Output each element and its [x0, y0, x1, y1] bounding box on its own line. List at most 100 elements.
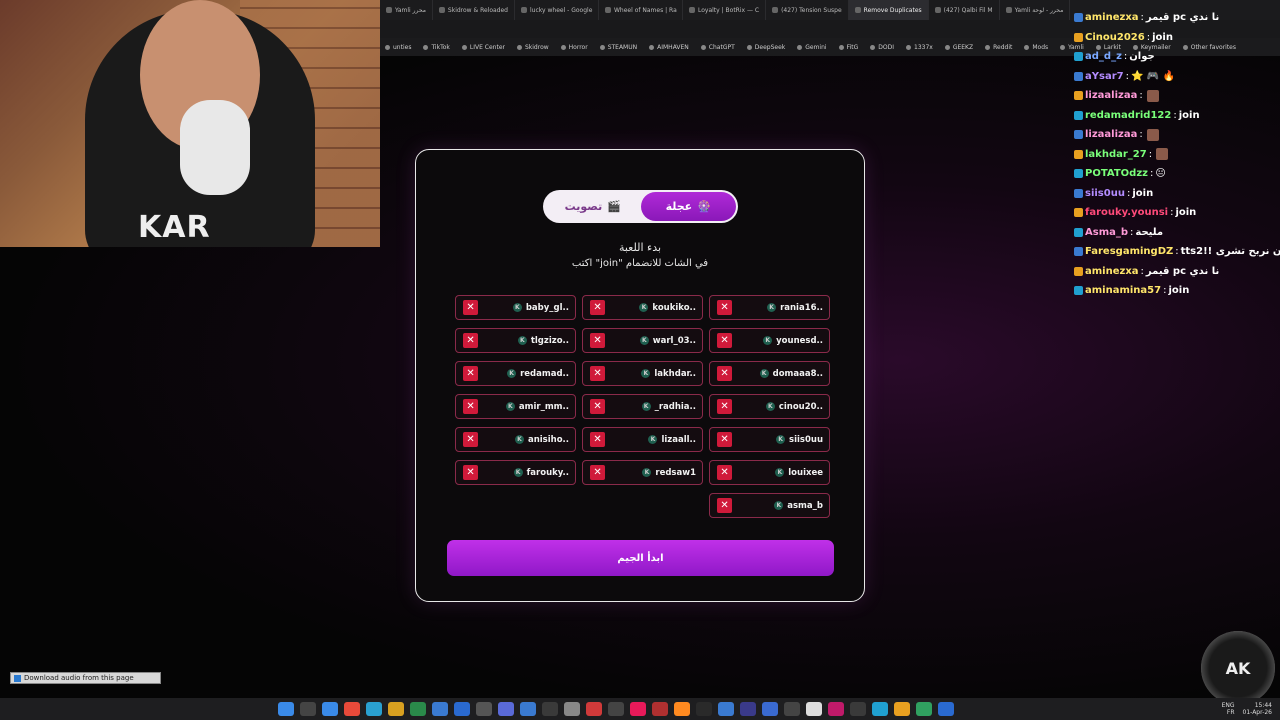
- chat-badge-icon: [1074, 227, 1083, 237]
- remove-player-button[interactable]: ✕: [463, 432, 478, 447]
- player-name-group: Kasma_b: [774, 501, 823, 511]
- browser-tab[interactable]: (427) Tension Suspe: [766, 0, 849, 20]
- player-name-group: Kbaby_gl..: [512, 303, 569, 313]
- taskbar-app-icon[interactable]: [828, 702, 844, 716]
- taskbar-app-icon[interactable]: [916, 702, 932, 716]
- taskbar-app-icon[interactable]: [652, 702, 668, 716]
- remove-player-button[interactable]: ✕: [717, 465, 732, 480]
- browser-tab[interactable]: lucky wheel - Google: [515, 0, 599, 20]
- taskbar-app-icon[interactable]: [366, 702, 382, 716]
- bookmark-item[interactable]: FitG: [834, 44, 864, 51]
- taskbar-app-icon[interactable]: [564, 702, 580, 716]
- remove-player-button[interactable]: ✕: [717, 399, 732, 414]
- taskbar-app-icon[interactable]: [806, 702, 822, 716]
- chat-separator: :: [1149, 168, 1154, 180]
- bookmark-item[interactable]: Gemini: [792, 44, 831, 51]
- browser-tab[interactable]: Yamli محرر: [380, 0, 433, 20]
- taskbar-app-icon[interactable]: [300, 702, 316, 716]
- bookmark-item[interactable]: LIVE Center: [457, 44, 510, 51]
- kick-badge-icon: K: [765, 402, 775, 411]
- remove-player-button[interactable]: ✕: [717, 333, 732, 348]
- remove-player-button[interactable]: ✕: [717, 366, 732, 381]
- taskbar-app-icon[interactable]: [938, 702, 954, 716]
- chat-badge-icon: [1074, 266, 1083, 276]
- taskbar-app-icon[interactable]: [454, 702, 470, 716]
- taskbar-app-icon[interactable]: [718, 702, 734, 716]
- browser-tab[interactable]: (427) Qalbi Fil M: [929, 0, 1000, 20]
- taskbar-app-icon[interactable]: [476, 702, 492, 716]
- remove-player-button[interactable]: ✕: [463, 300, 478, 315]
- remove-player-button[interactable]: ✕: [590, 366, 605, 381]
- taskbar-app-icon[interactable]: [322, 702, 338, 716]
- remove-player-button[interactable]: ✕: [463, 465, 478, 480]
- browser-tab[interactable]: Remove Duplicates: [848, 0, 929, 20]
- browser-tab[interactable]: Yamli محرر - لوحة: [1000, 0, 1071, 20]
- taskbar-app-icon[interactable]: [784, 702, 800, 716]
- bookmark-item[interactable]: TikTok: [418, 44, 454, 51]
- tab-favicon-icon: [934, 7, 941, 13]
- taskbar-app-icon[interactable]: [740, 702, 756, 716]
- bookmark-item[interactable]: DODI: [865, 44, 899, 51]
- remove-player-button[interactable]: ✕: [717, 432, 732, 447]
- bookmark-item[interactable]: Mods: [1019, 44, 1053, 51]
- bookmark-item[interactable]: unties: [380, 44, 416, 51]
- bookmark-label: ChatGPT: [708, 43, 735, 51]
- taskbar-app-icon[interactable]: [344, 702, 360, 716]
- taskbar-app-icon[interactable]: [850, 702, 866, 716]
- start-game-button[interactable]: ابدأ الجيم: [447, 540, 834, 576]
- taskbar-app-icon[interactable]: [498, 702, 514, 716]
- remove-player-button[interactable]: ✕: [590, 300, 605, 315]
- taskbar-app-icon[interactable]: [520, 702, 536, 716]
- taskbar-app-icon[interactable]: [872, 702, 888, 716]
- bookmark-icon: [1024, 44, 1030, 50]
- bookmark-item[interactable]: AIMHAVEN: [644, 44, 694, 51]
- bookmark-icon: [944, 44, 950, 50]
- remove-player-button[interactable]: ✕: [717, 498, 732, 513]
- taskbar-app-icon[interactable]: [674, 702, 690, 716]
- bookmark-item[interactable]: Skidrow: [512, 44, 554, 51]
- bookmark-label: DODI: [878, 43, 894, 51]
- wheel-icon: 🎡: [697, 200, 711, 213]
- remove-player-button[interactable]: ✕: [590, 432, 605, 447]
- kick-badge-icon: K: [641, 402, 651, 411]
- remove-player-button[interactable]: ✕: [590, 333, 605, 348]
- remove-player-button[interactable]: ✕: [463, 366, 478, 381]
- chat-badge-icon: [1074, 52, 1083, 62]
- taskbar-app-icon[interactable]: [696, 702, 712, 716]
- wheel-mode-button[interactable]: عجلة 🎡: [640, 192, 736, 221]
- remove-player-button[interactable]: ✕: [463, 333, 478, 348]
- remove-player-button[interactable]: ✕: [590, 399, 605, 414]
- taskbar-app-icon[interactable]: [630, 702, 646, 716]
- taskbar-app-icon[interactable]: [278, 702, 294, 716]
- bookmark-item[interactable]: Reddit: [980, 44, 1017, 51]
- taskbar-app-icon[interactable]: [894, 702, 910, 716]
- taskbar-app-icon[interactable]: [586, 702, 602, 716]
- taskbar-app-icon[interactable]: [542, 702, 558, 716]
- chat-username: POTATOdzz: [1085, 168, 1148, 180]
- download-audio-label: Download audio from this page: [24, 674, 134, 682]
- remove-player-button[interactable]: ✕: [463, 399, 478, 414]
- taskbar-app-icon[interactable]: [432, 702, 448, 716]
- taskbar-app-icon[interactable]: [608, 702, 624, 716]
- remove-player-button[interactable]: ✕: [717, 300, 732, 315]
- remove-player-button[interactable]: ✕: [590, 465, 605, 480]
- vote-mode-button[interactable]: تصويت 🎬: [545, 192, 641, 221]
- bookmark-item[interactable]: STEAMUN: [595, 44, 642, 51]
- taskbar-app-icon[interactable]: [410, 702, 426, 716]
- browser-tab[interactable]: Skidrow & Reloaded: [433, 0, 515, 20]
- download-audio-bar[interactable]: Download audio from this page: [10, 672, 161, 684]
- browser-tab[interactable]: Wheel of Names | Ra: [599, 0, 683, 20]
- language-indicator[interactable]: ENG FR: [1222, 702, 1235, 716]
- taskbar-app-icon[interactable]: [762, 702, 778, 716]
- vote-label: تصويت: [564, 200, 603, 213]
- bookmark-item[interactable]: 1337x: [901, 44, 938, 51]
- chat-badge-icon: [1074, 247, 1083, 257]
- browser-tab[interactable]: Loyalty | BotRix — C: [683, 0, 767, 20]
- bookmark-item[interactable]: GEEKZ: [940, 44, 978, 51]
- clock[interactable]: 15:44 01-Apr-26: [1243, 702, 1272, 716]
- taskbar-app-icon[interactable]: [388, 702, 404, 716]
- bookmark-item[interactable]: ChatGPT: [696, 44, 740, 51]
- bookmark-item[interactable]: Horror: [556, 44, 593, 51]
- tab-favicon-icon: [605, 7, 611, 13]
- bookmark-item[interactable]: DeepSeek: [742, 44, 790, 51]
